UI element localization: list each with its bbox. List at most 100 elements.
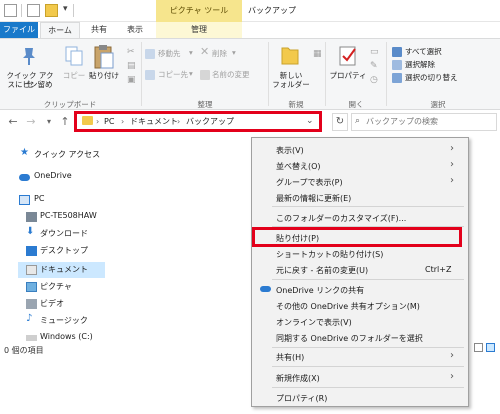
chevron-down-icon: ▾: [189, 48, 193, 57]
menu-separator: [272, 279, 464, 280]
details-view-icon[interactable]: [474, 343, 483, 352]
download-icon: ⬇: [26, 226, 35, 237]
divider: [73, 4, 74, 17]
address-highlight-box: [74, 111, 322, 132]
move-to-button[interactable]: 移動先 ▾: [145, 48, 197, 60]
copy-icon: [65, 46, 83, 66]
nav-item-desktop[interactable]: デスクトップ: [0, 243, 105, 259]
invert-selection-button[interactable]: 選択の切り替え: [392, 72, 492, 84]
menu-item-properties[interactable]: プロパティ(R): [276, 393, 327, 404]
menu-item-sync-folder[interactable]: 同期する OneDrive のフォルダーを選択: [276, 333, 423, 344]
onedrive-cloud-icon: [260, 286, 271, 292]
menu-item-view-online[interactable]: オンラインで表示(V): [276, 317, 352, 328]
paste-shortcut-icon[interactable]: ▣: [127, 76, 136, 85]
delete-button[interactable]: ✕ 削除 ▾: [200, 45, 248, 60]
divider: [21, 4, 22, 17]
menu-item-undo-rename[interactable]: 元に戻す - 名前の変更(U): [276, 265, 368, 276]
menu-item-new[interactable]: 新規作成(X): [276, 373, 320, 384]
nav-label: ピクチャ: [40, 282, 72, 291]
properties-quick-icon[interactable]: [27, 4, 40, 17]
invert-selection-label: 選択の切り替え: [405, 73, 458, 82]
cut-icon[interactable]: ✂: [127, 48, 135, 57]
select-none-button[interactable]: 選択解除: [392, 59, 492, 71]
app-icon: [4, 4, 17, 17]
nav-item-documents[interactable]: ドキュメント: [0, 262, 105, 278]
group-separator: [141, 42, 142, 106]
select-all-label: すべて選択: [405, 47, 442, 56]
clipboard-group-label: クリップボード: [43, 100, 97, 109]
tab-file[interactable]: ファイル: [0, 22, 38, 38]
properties-icon: [339, 46, 356, 66]
delete-label: 削除: [212, 49, 227, 58]
select-all-icon: [392, 47, 402, 57]
folder-icon: [281, 47, 299, 65]
chevron-right-icon: ›: [450, 143, 454, 154]
forward-arrow-icon[interactable]: →: [24, 114, 38, 130]
menu-item-paste-shortcut[interactable]: ショートカットの貼り付け(S): [276, 249, 383, 260]
refresh-icon[interactable]: ↻: [332, 113, 348, 131]
copy-button[interactable]: [61, 46, 87, 86]
organize-group-label: 整理: [197, 100, 213, 109]
nav-item-pc[interactable]: PC: [0, 192, 105, 208]
nav-item-onedrive[interactable]: OneDrive: [0, 169, 105, 185]
open-icon[interactable]: ▭: [370, 48, 379, 57]
history-icon[interactable]: ◷: [370, 76, 378, 85]
copy-to-button[interactable]: コピー先 ▾: [145, 69, 197, 81]
menu-item-group-by[interactable]: グループで表示(P): [276, 177, 343, 188]
menu-item-onedrive-share[interactable]: OneDrive リンクの共有: [276, 285, 364, 296]
tab-manage[interactable]: 管理: [156, 22, 242, 38]
rename-icon: [200, 70, 210, 80]
menu-separator: [272, 347, 464, 348]
properties-label: プロパティ: [329, 71, 367, 80]
picture-icon: [26, 282, 37, 292]
nav-label: ドキュメント: [40, 265, 88, 274]
delete-icon: ✕: [200, 45, 210, 58]
select-none-label: 選択解除: [405, 60, 435, 69]
new-group-label: 新規: [288, 100, 304, 109]
nav-item-pc-te508haw[interactable]: PC-TE508HAW: [0, 209, 105, 225]
large-icons-view-icon[interactable]: [486, 343, 495, 352]
rename-button[interactable]: 名前の変更: [200, 69, 264, 81]
nav-item-downloads[interactable]: ⬇ ダウンロード: [0, 226, 105, 242]
window-title: バックアップ: [248, 6, 296, 15]
menu-item-sort-by[interactable]: 並べ替え(O): [276, 161, 321, 172]
properties-button[interactable]: [330, 44, 366, 92]
nav-item-quick-access[interactable]: ★ クイック アクセス: [0, 147, 105, 163]
group-separator: [325, 42, 326, 106]
copy-path-icon[interactable]: ▤: [127, 62, 136, 71]
nav-label: デスクトップ: [40, 246, 88, 255]
tab-view[interactable]: 表示: [120, 22, 150, 38]
computer-icon: [19, 195, 30, 205]
nav-label: ビデオ: [40, 299, 64, 308]
menu-item-refresh[interactable]: 最新の情報に更新(E): [276, 193, 351, 204]
menu-item-onedrive-options[interactable]: その他の OneDrive 共有オプション(M): [276, 301, 420, 312]
recent-chevron-icon[interactable]: ▾: [42, 114, 56, 130]
menu-item-view[interactable]: 表示(V): [276, 145, 304, 156]
edit-icon[interactable]: ✎: [370, 62, 378, 71]
nav-label: PC-TE508HAW: [40, 211, 97, 220]
nav-item-pictures[interactable]: ピクチャ: [0, 279, 105, 295]
menu-separator: [272, 206, 464, 207]
star-icon: ★: [20, 147, 29, 158]
select-all-button[interactable]: すべて選択: [392, 46, 492, 58]
menu-item-share[interactable]: 共有(H): [276, 352, 304, 363]
invert-selection-icon: [392, 73, 402, 83]
tab-home[interactable]: ホーム: [40, 22, 80, 38]
customize-quick-access-icon[interactable]: ▾: [63, 4, 68, 14]
nav-label: Windows (C:): [40, 332, 93, 341]
rename-label: 名前の変更: [212, 70, 250, 79]
back-arrow-icon[interactable]: ←: [6, 114, 20, 130]
contextual-tab-title: ピクチャ ツール: [156, 0, 242, 22]
up-arrow-icon[interactable]: ↑: [58, 114, 72, 130]
tab-share[interactable]: 共有: [84, 22, 114, 38]
new-item-icon[interactable]: ▦: [313, 50, 322, 59]
copy-to-label: コピー先: [158, 70, 188, 79]
video-icon: [26, 299, 37, 309]
new-folder-quick-icon[interactable]: [45, 4, 58, 17]
menu-item-customize-folder[interactable]: このフォルダーのカスタマイズ(F)...: [276, 213, 406, 224]
nav-item-videos[interactable]: ビデオ: [0, 296, 105, 312]
item-count: 0 個の項目: [4, 346, 44, 355]
nav-item-music[interactable]: ♪ ミュージック: [0, 313, 105, 329]
move-to-label: 移動先: [158, 49, 181, 58]
nav-label: OneDrive: [34, 171, 72, 180]
